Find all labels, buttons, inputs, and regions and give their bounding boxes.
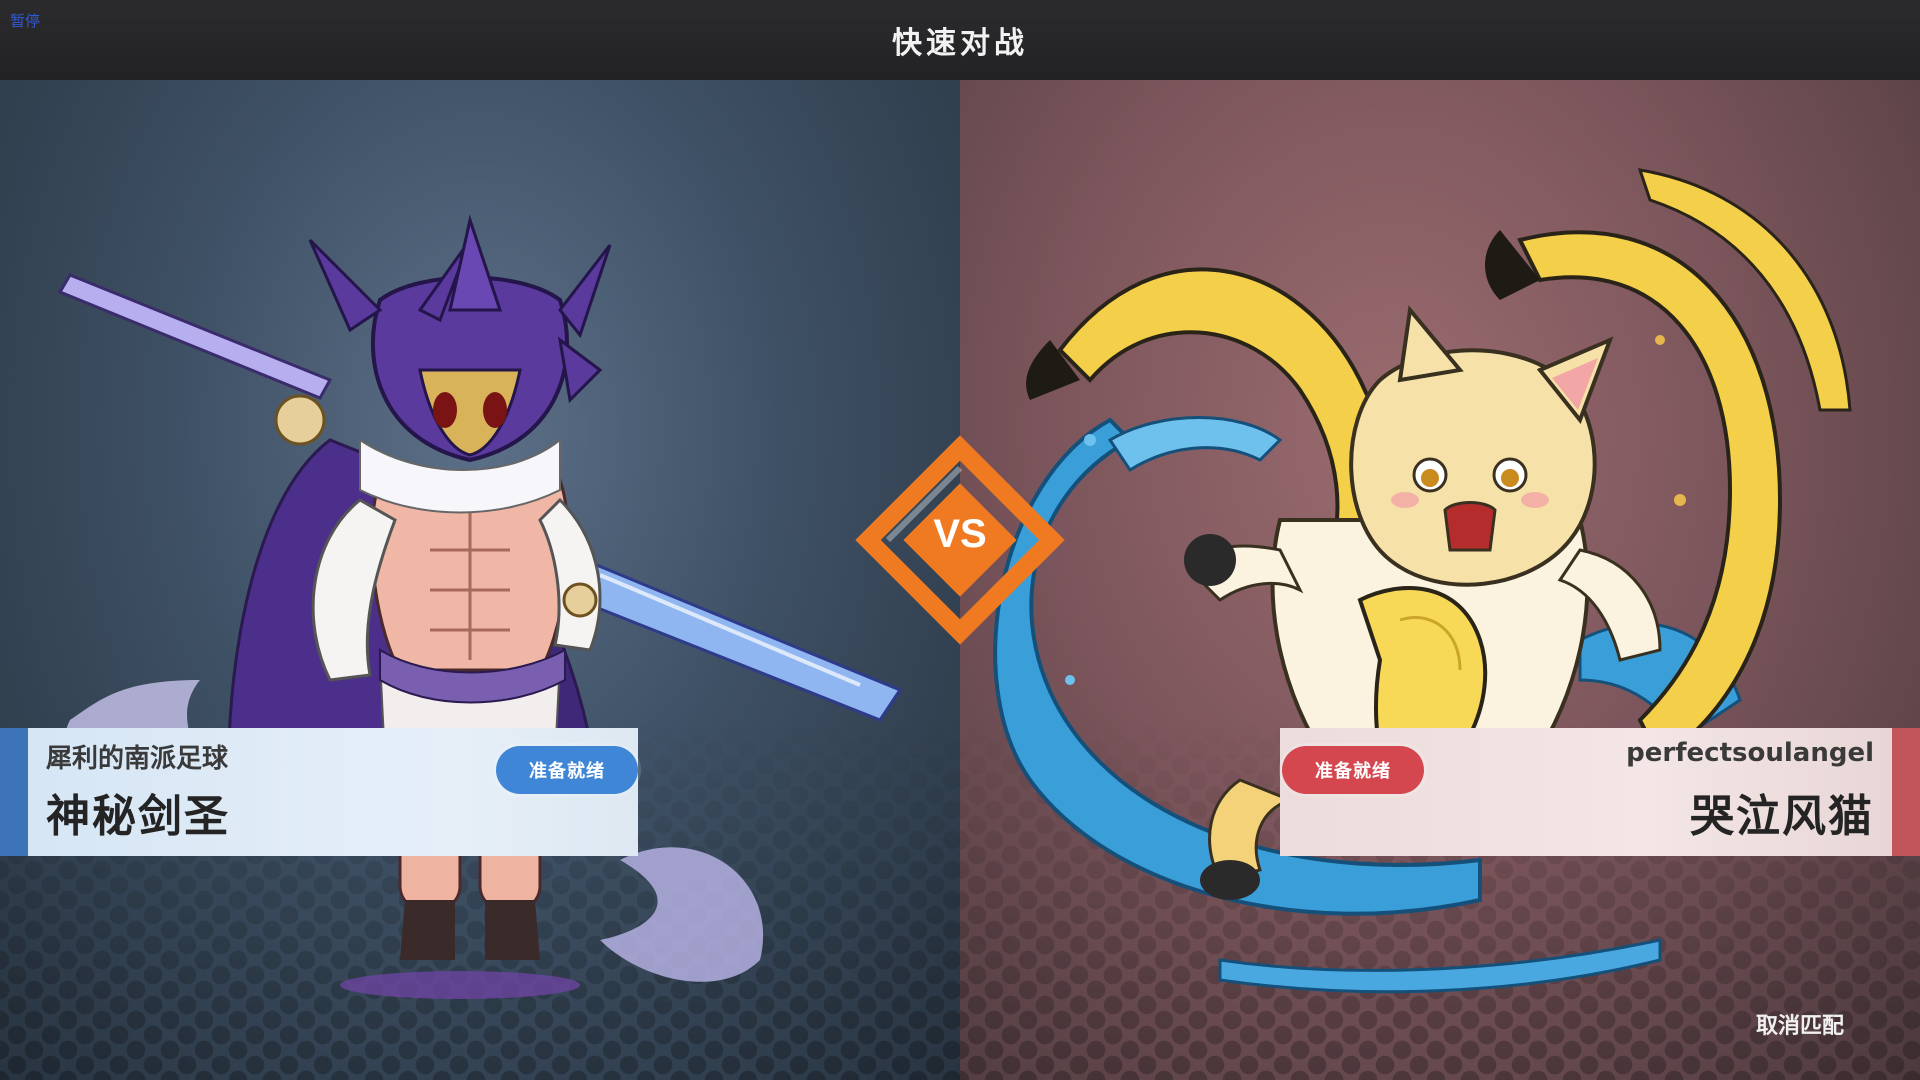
top-bar: 暂停 快速对战 (0, 0, 1920, 80)
match-screen: 暂停 快速对战 VS 准备就绪 犀利的南派足球 神秘剑圣 准备就绪 perfec… (0, 0, 1920, 1080)
player-right-panel (960, 80, 1920, 1080)
vs-label: VS (933, 512, 987, 556)
player-left-panel (0, 80, 960, 1080)
player-name-left: 犀利的南派足球 (46, 744, 229, 774)
crying-cat-character-art (993, 168, 1852, 994)
character-name-right: 哭泣风猫 (1690, 791, 1874, 842)
character-name-left: 神秘剑圣 (46, 791, 230, 842)
ready-badge-left: 准备就绪 (496, 746, 638, 794)
player-name-right: perfectsoulangel (1626, 738, 1874, 768)
cancel-match-button[interactable]: 取消匹配 (1756, 1008, 1844, 1040)
ready-badge-right: 准备就绪 (1282, 746, 1424, 794)
pause-button[interactable]: 暂停 (10, 10, 40, 31)
swordsman-character-art (57, 214, 903, 999)
page-title: 快速对战 (892, 26, 1028, 61)
